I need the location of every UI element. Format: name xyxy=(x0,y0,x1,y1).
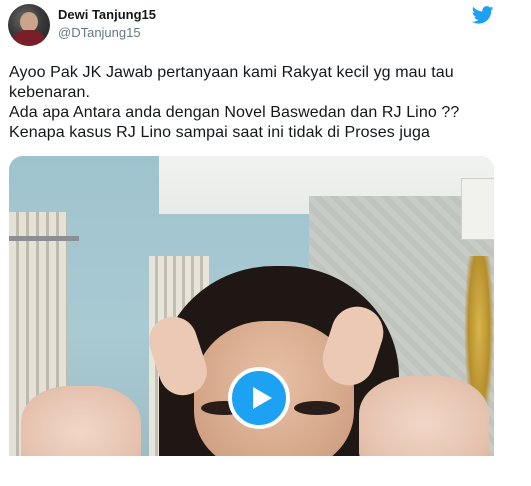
video-scene-curtain-rod xyxy=(9,236,79,241)
video-thumbnail[interactable] xyxy=(9,156,494,456)
tweet-card: Dewi Tanjung15 @DTanjung15 Ayoo Pak JK J… xyxy=(0,0,531,486)
tweet-line: Kenapa kasus RJ Lino sampai saat ini tid… xyxy=(9,124,431,141)
display-name[interactable]: Dewi Tanjung15 xyxy=(58,7,156,22)
tweet-line: kebenaran. xyxy=(9,84,91,101)
avatar-clothing xyxy=(12,30,46,46)
video-scene-hand xyxy=(359,376,489,456)
tweet-line: Ada apa Antara anda dengan Novel Basweda… xyxy=(9,104,460,121)
video-scene-eye xyxy=(294,401,340,415)
twitter-bird-icon[interactable] xyxy=(472,6,494,24)
user-handle[interactable]: @DTanjung15 xyxy=(58,25,141,40)
video-scene-hand xyxy=(21,386,141,456)
play-button[interactable] xyxy=(228,367,290,429)
tweet-text: Ayoo Pak JK Jawab pertanyaan kami Rakyat… xyxy=(9,63,509,143)
avatar[interactable] xyxy=(8,4,50,46)
play-icon xyxy=(253,387,272,409)
avatar-face xyxy=(20,12,38,32)
tweet-line: Ayoo Pak JK Jawab pertanyaan kami Rakyat… xyxy=(9,64,454,81)
video-scene-air-conditioner xyxy=(461,178,494,240)
